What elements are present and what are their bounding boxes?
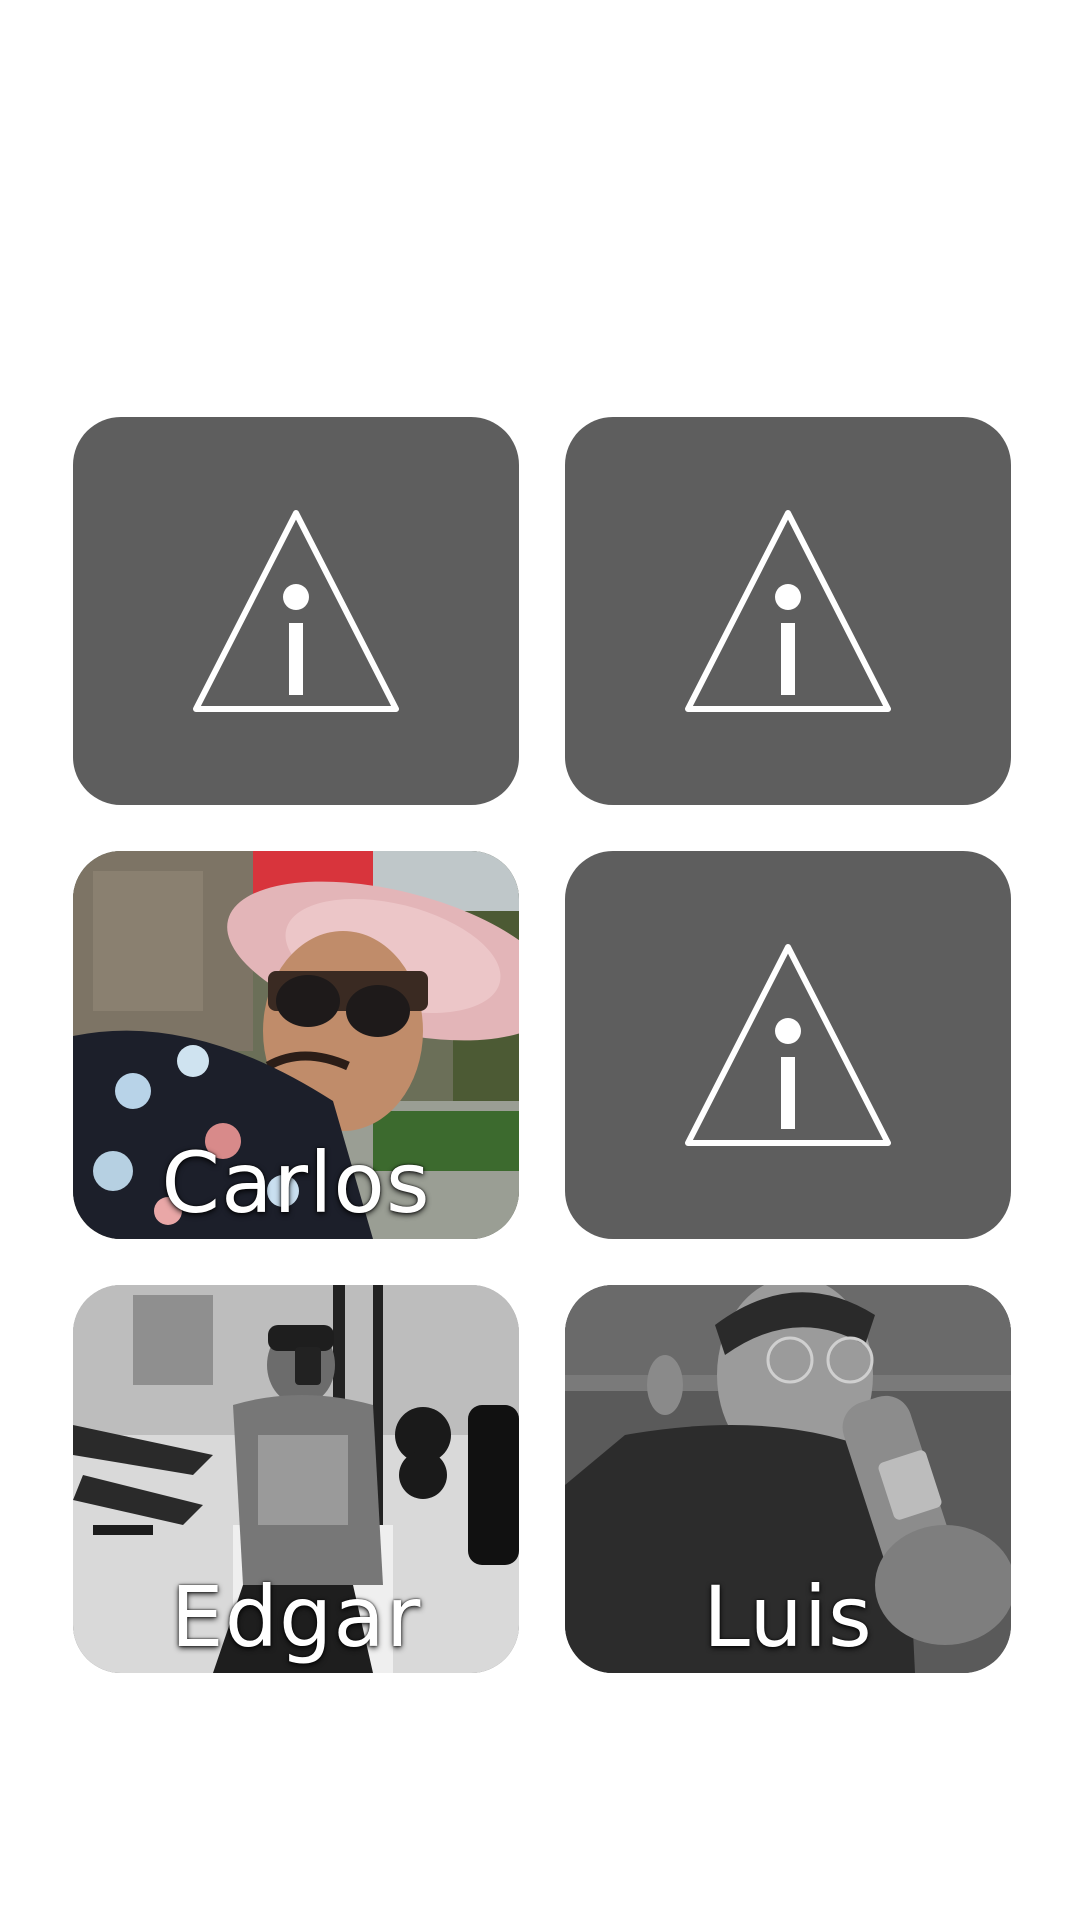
warning-info-icon: [685, 944, 891, 1146]
contact-name: Carlos: [161, 1134, 431, 1232]
contact-tile-carlos[interactable]: Carlos: [73, 851, 519, 1239]
contact-grid: Carlos Edgar Luis: [73, 417, 1011, 1673]
contact-name: Luis: [703, 1568, 873, 1666]
warning-info-icon: [193, 510, 399, 712]
contact-tile-edgar[interactable]: Edgar: [73, 1285, 519, 1673]
contact-tile-unavailable-3[interactable]: [565, 851, 1011, 1239]
contact-tile-luis[interactable]: Luis: [565, 1285, 1011, 1673]
contact-tile-unavailable-2[interactable]: [565, 417, 1011, 805]
contact-name: Edgar: [170, 1568, 422, 1666]
contact-tile-unavailable-1[interactable]: [73, 417, 519, 805]
warning-info-icon: [685, 510, 891, 712]
